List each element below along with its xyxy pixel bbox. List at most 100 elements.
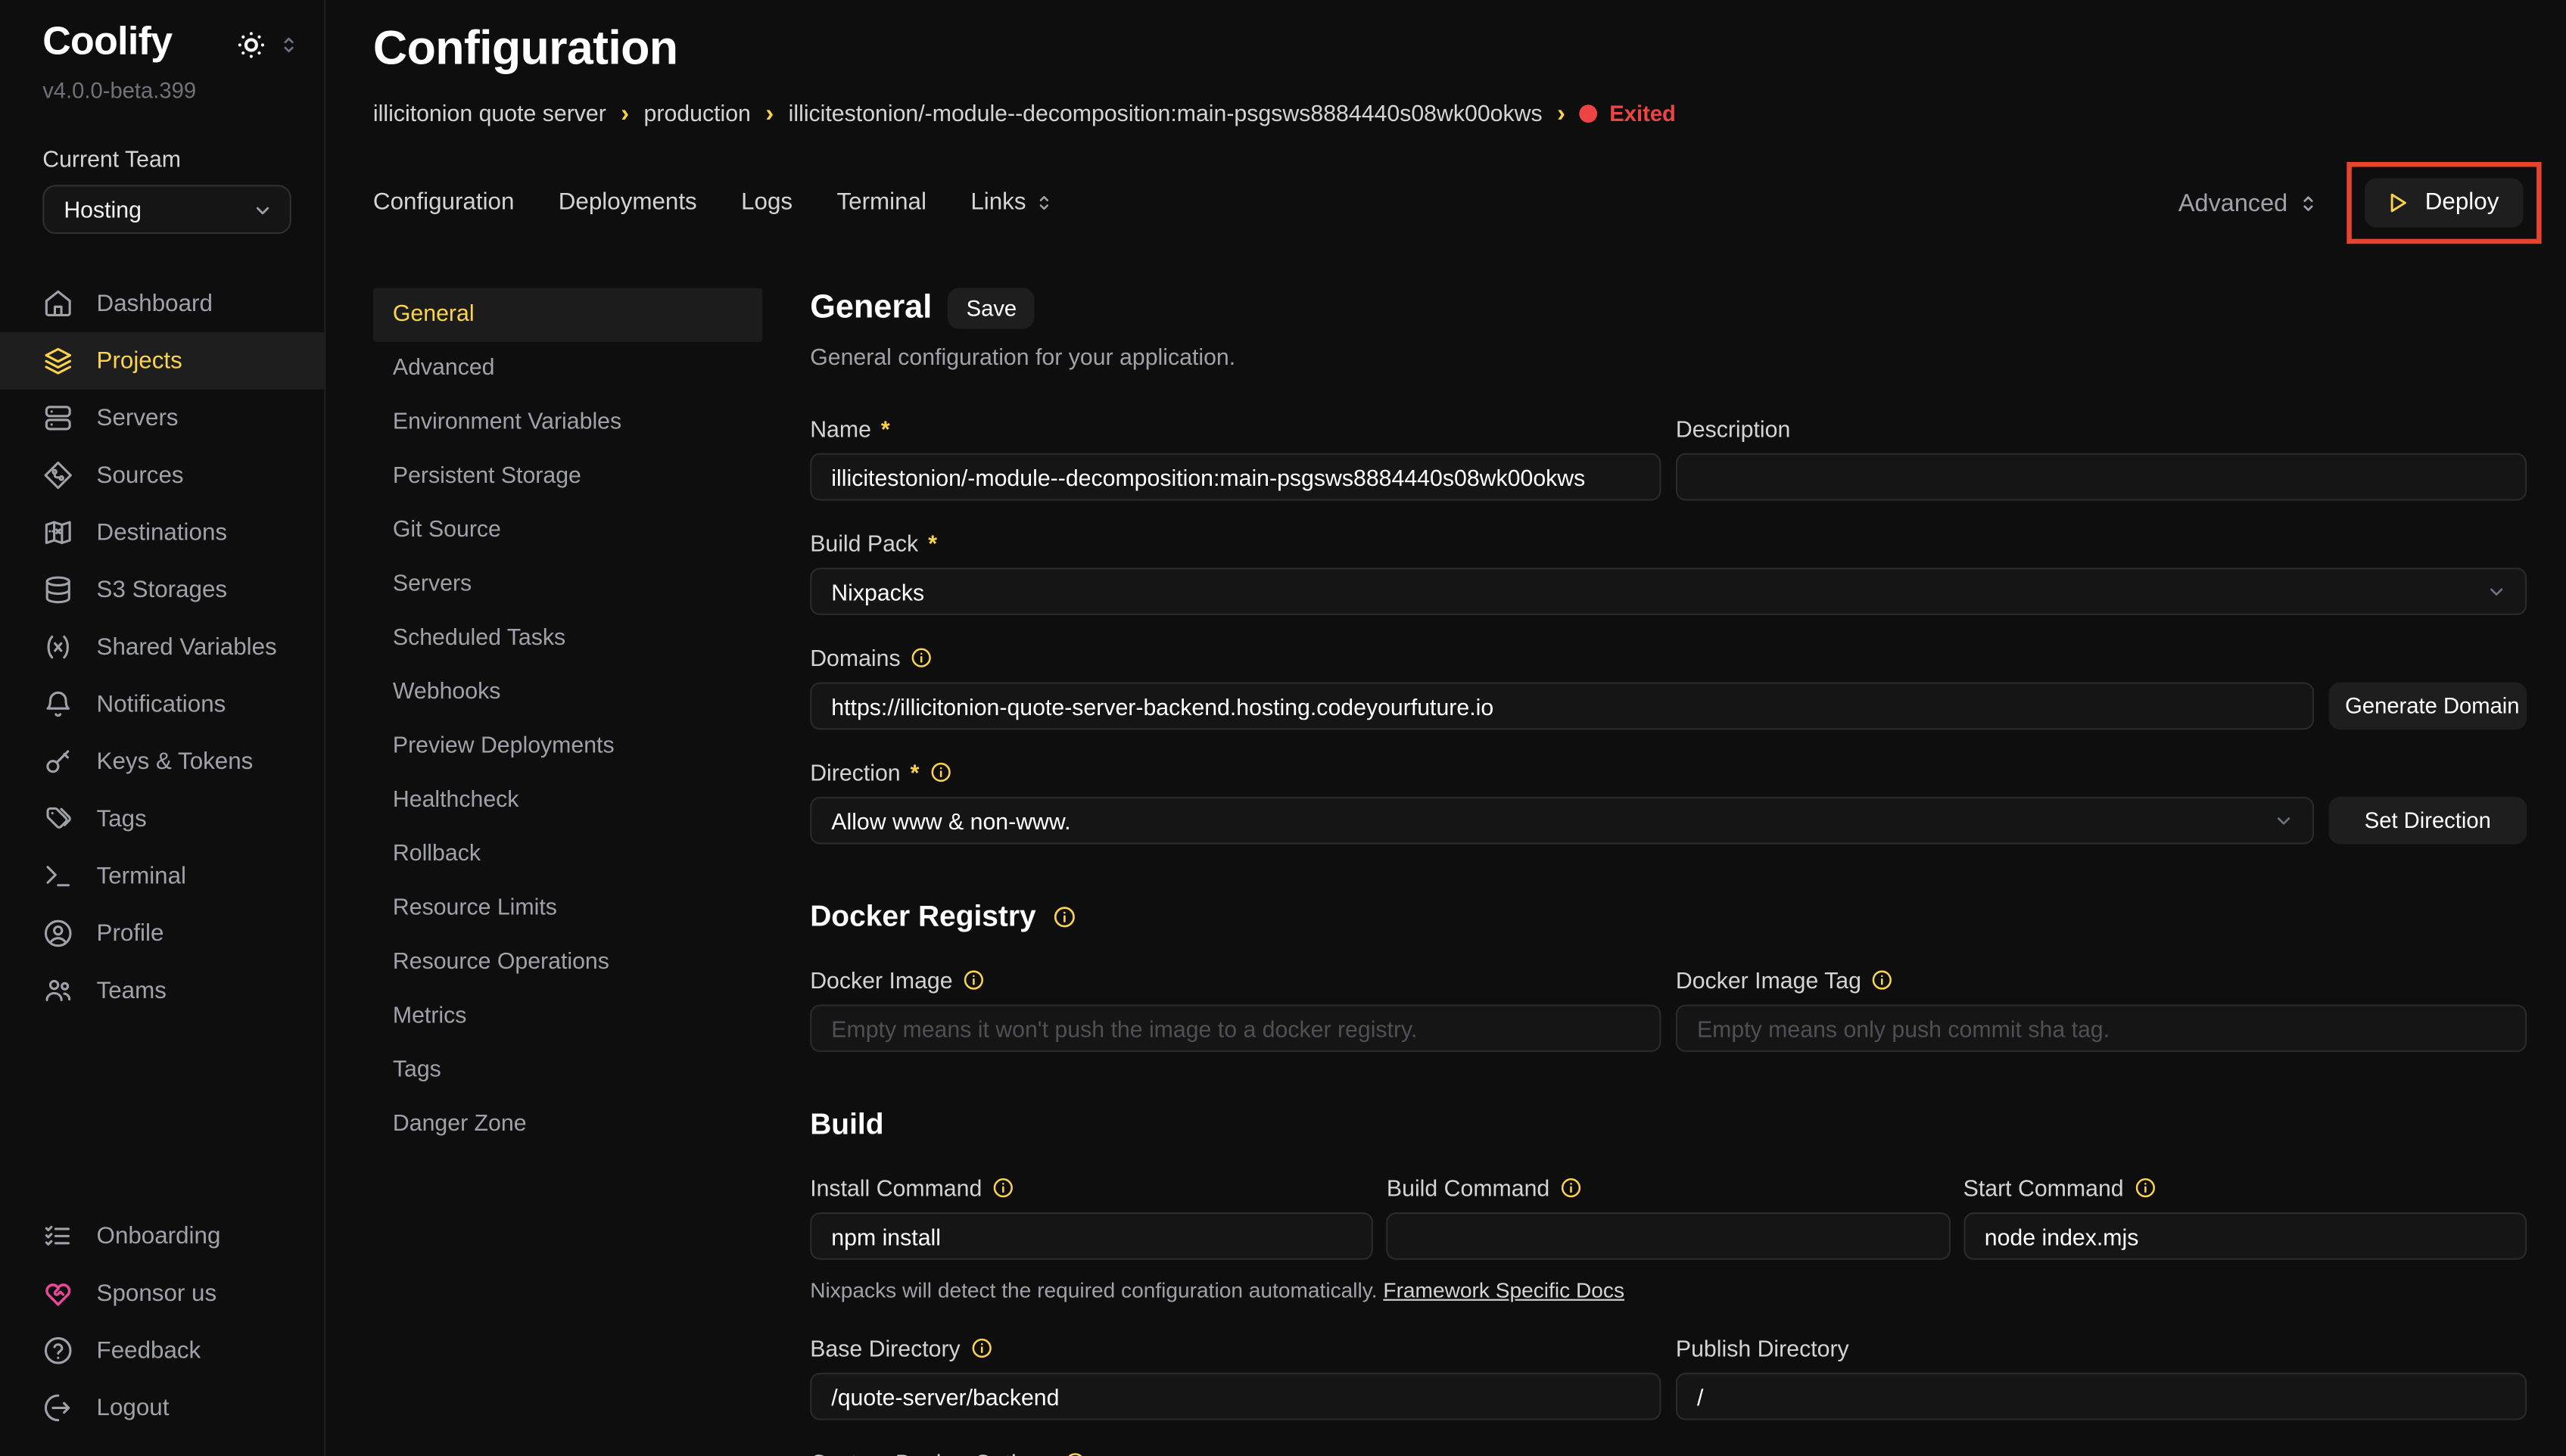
page-title: Configuration [373, 23, 2542, 76]
tab-configuration[interactable]: Configuration [373, 190, 514, 216]
required-asterisk: * [928, 530, 937, 556]
info-icon[interactable] [1052, 905, 1076, 929]
sidebar-item-teams[interactable]: Teams [0, 962, 324, 1019]
info-icon[interactable] [1063, 1451, 1085, 1456]
sidebar-item-feedback[interactable]: Feedback [0, 1322, 324, 1380]
sidebar-item-s3-storages[interactable]: S3 Storages [0, 562, 324, 619]
theme-sun-icon[interactable] [235, 30, 266, 69]
sidebar-item-sponsor-us[interactable]: Sponsor us [0, 1265, 324, 1322]
sidebar-item-shared-variables[interactable]: Shared Variables [0, 618, 324, 676]
git-source-icon [42, 460, 73, 491]
advanced-toggle[interactable]: Advanced [2178, 189, 2320, 217]
map-icon [42, 517, 73, 548]
sidebar-item-label: S3 Storages [97, 577, 228, 603]
generate-domain-button[interactable]: Generate Domain [2329, 683, 2527, 730]
sidebar-item-label: Shared Variables [97, 634, 277, 661]
subnav-item-tags[interactable]: Tags [373, 1044, 763, 1097]
subnav-item-resource-limits[interactable]: Resource Limits [373, 882, 763, 935]
direction-select[interactable]: Allow www & non-www. [810, 797, 2314, 845]
tab-deployments[interactable]: Deployments [559, 190, 697, 216]
tab-terminal[interactable]: Terminal [836, 190, 926, 216]
sidebar-item-label: Logout [97, 1395, 170, 1421]
sidebar-item-keys-tokens[interactable]: Keys & Tokens [0, 733, 324, 791]
direction-value: Allow www & non-www. [831, 807, 1070, 834]
deploy-button[interactable]: Deploy [2365, 179, 2524, 228]
base-directory-input[interactable] [810, 1373, 1661, 1420]
publish-directory-input[interactable] [1676, 1373, 2527, 1420]
set-direction-button[interactable]: Set Direction [2329, 797, 2527, 845]
required-asterisk: * [911, 759, 920, 786]
subnav-item-resource-operations[interactable]: Resource Operations [373, 936, 763, 990]
start-command-input[interactable] [1963, 1212, 2527, 1260]
sidebar-item-logout[interactable]: Logout [0, 1380, 324, 1437]
subnav-item-servers[interactable]: Servers [373, 558, 763, 611]
sidebar-item-projects[interactable]: Projects [0, 332, 324, 390]
subnav-item-general[interactable]: General [373, 288, 763, 342]
theme-switcher-chevrons-icon[interactable] [276, 33, 301, 65]
sidebar-item-dashboard[interactable]: Dashboard [0, 275, 324, 332]
info-icon[interactable] [963, 969, 986, 991]
sidebar-item-sources[interactable]: Sources [0, 446, 324, 504]
subnav-item-git-source[interactable]: Git Source [373, 504, 763, 558]
subnav-item-rollback[interactable]: Rollback [373, 828, 763, 882]
sidebar-item-notifications[interactable]: Notifications [0, 676, 324, 733]
advanced-label: Advanced [2178, 189, 2287, 217]
breadcrumb-environment[interactable]: production [644, 100, 751, 126]
chevron-down-icon [251, 198, 275, 222]
sidebar-item-profile[interactable]: Profile [0, 905, 324, 963]
sidebar-item-label: Projects [97, 347, 182, 374]
info-icon[interactable] [992, 1176, 1014, 1199]
brand-logo: Coolify [42, 20, 172, 66]
sidebar: Coolify v4.0.0-beta.399 Current Team Hos… [0, 0, 325, 1456]
breadcrumb-project[interactable]: illicitonion quote server [373, 100, 606, 126]
breadcrumb-application[interactable]: illicitestonion/-module--decomposition:m… [789, 100, 1543, 126]
name-input[interactable] [810, 453, 1661, 501]
build-command-input[interactable] [1387, 1212, 1950, 1260]
sidebar-item-servers[interactable]: Servers [0, 390, 324, 447]
subnav-item-healthcheck[interactable]: Healthcheck [373, 774, 763, 828]
info-icon[interactable] [929, 761, 951, 783]
docker-image-tag-input[interactable] [1676, 1004, 2527, 1052]
subnav-item-webhooks[interactable]: Webhooks [373, 666, 763, 720]
tab-logs[interactable]: Logs [741, 190, 793, 216]
build-pack-select[interactable]: Nixpacks [810, 568, 2527, 615]
subnav-item-persistent-storage[interactable]: Persistent Storage [373, 450, 763, 504]
info-icon[interactable] [2134, 1176, 2156, 1199]
chevron-down-icon [2484, 579, 2508, 603]
config-subnav: General Advanced Environment Variables P… [373, 288, 763, 1456]
layers-icon [42, 345, 73, 376]
users-icon [42, 975, 73, 1006]
sidebar-footer-nav: Onboarding Sponsor us Feedback Logout [0, 1208, 324, 1456]
info-icon[interactable] [911, 646, 933, 669]
sidebar-item-tags[interactable]: Tags [0, 790, 324, 848]
subnav-item-scheduled-tasks[interactable]: Scheduled Tasks [373, 612, 763, 666]
description-input[interactable] [1676, 453, 2527, 501]
tab-links-label: Links [970, 190, 1026, 216]
sidebar-item-destinations[interactable]: Destinations [0, 504, 324, 562]
docker-image-input[interactable] [810, 1004, 1661, 1052]
subnav-item-preview-deployments[interactable]: Preview Deployments [373, 720, 763, 773]
required-asterisk: * [881, 415, 890, 442]
info-icon[interactable] [1559, 1176, 1582, 1199]
sidebar-item-terminal[interactable]: Terminal [0, 848, 324, 905]
tab-links[interactable]: Links [970, 190, 1055, 216]
team-select[interactable]: Hosting [42, 185, 291, 234]
info-icon[interactable] [1871, 969, 1894, 991]
install-command-input[interactable] [810, 1212, 1373, 1260]
chevron-down-icon [2272, 808, 2296, 832]
save-button[interactable]: Save [948, 288, 1035, 329]
framework-docs-link[interactable]: Framework Specific Docs [1383, 1278, 1624, 1302]
list-checks-icon [42, 1221, 73, 1252]
subnav-item-environment-variables[interactable]: Environment Variables [373, 396, 763, 450]
domains-input[interactable] [810, 683, 2314, 730]
sidebar-item-onboarding[interactable]: Onboarding [0, 1208, 324, 1265]
info-icon[interactable] [970, 1336, 993, 1359]
sidebar-item-label: Dashboard [97, 291, 213, 317]
subnav-item-danger-zone[interactable]: Danger Zone [373, 1098, 763, 1152]
subnav-item-advanced[interactable]: Advanced [373, 342, 763, 396]
sidebar-item-label: Destinations [97, 519, 228, 546]
general-form: General Save General configuration for y… [810, 288, 2527, 1456]
logout-icon [42, 1392, 73, 1423]
subnav-item-metrics[interactable]: Metrics [373, 990, 763, 1044]
publish-directory-label: Publish Directory [1676, 1335, 1849, 1361]
